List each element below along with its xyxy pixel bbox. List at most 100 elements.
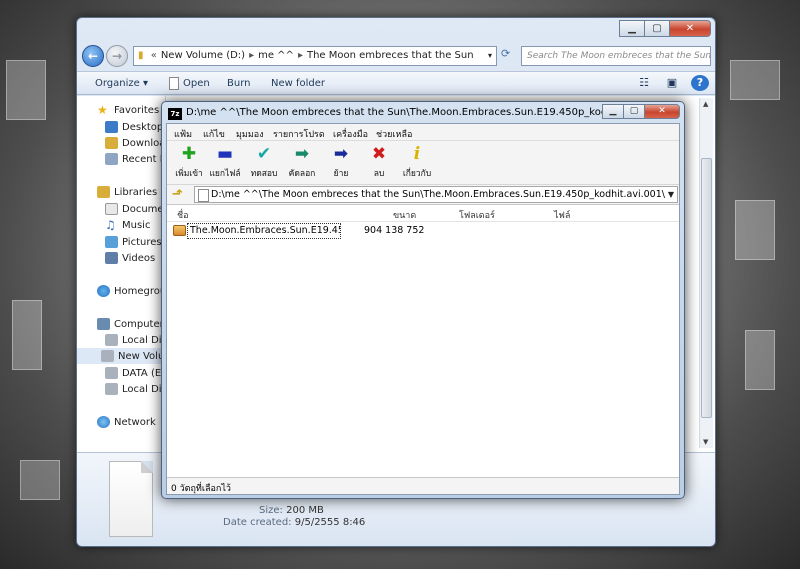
copy-button[interactable]: ➡ คัดลอก — [282, 144, 322, 182]
folder-icon: ▮ — [138, 50, 144, 61]
desktop-shape — [730, 60, 780, 100]
nav-pictures[interactable]: Pictures — [105, 234, 162, 250]
view-controls: ☷ ▣ ? — [635, 75, 709, 91]
maximize-button[interactable]: ▢ — [623, 104, 645, 119]
file-size: 904 138 752 — [364, 225, 425, 236]
forward-button[interactable]: → — [106, 45, 128, 67]
address-dropdown-icon[interactable]: ▾ — [488, 47, 492, 65]
path-input[interactable]: D:\me ^^\The Moon embreces that the Sun\… — [194, 186, 678, 203]
path-text: D:\me ^^\The Moon embreces that the Sun\… — [211, 189, 665, 200]
extract-icon: ▬ — [216, 144, 234, 164]
new-folder-button[interactable]: New folder — [271, 78, 325, 89]
open-button[interactable]: Open — [183, 78, 210, 89]
maximize-button[interactable]: ▢ — [644, 20, 670, 37]
nav-data-e[interactable]: DATA (E:) — [105, 365, 165, 381]
explorer-window-controls: ▁ ▢ ✕ — [619, 20, 711, 37]
nav-favorites[interactable]: ★ Favorites — [97, 102, 159, 118]
nav-videos[interactable]: Videos — [105, 250, 155, 266]
menu-help[interactable]: ช่วยเหลือ — [376, 127, 412, 141]
drive-icon — [105, 367, 118, 379]
nav-local-disk-c[interactable]: Local Disk (C:) — [105, 332, 165, 348]
7zip-client-area: แฟ้ม แก้ไข มุมมอง รายการโปรด เครื่องมือ … — [166, 123, 680, 495]
menu-view[interactable]: มุมมอง — [236, 127, 264, 141]
pictures-icon — [105, 236, 118, 248]
videos-icon — [105, 252, 118, 264]
view-options-icon[interactable]: ☷ — [635, 75, 653, 91]
back-button[interactable]: ← — [82, 45, 104, 67]
desktop-shape — [20, 460, 60, 500]
scroll-up-icon[interactable]: ▲ — [703, 100, 708, 108]
menu-favorites[interactable]: รายการโปรด — [273, 127, 325, 141]
7zip-title: D:\me ^^\The Moon embreces that the Sun\… — [186, 107, 664, 118]
vertical-scrollbar[interactable]: ▲ ▼ — [699, 98, 713, 448]
nav-recent-places[interactable]: Recent Places — [105, 151, 165, 167]
test-button[interactable]: ✔ ทดสอบ — [244, 144, 284, 182]
column-files[interactable]: ไฟล์ — [554, 208, 570, 222]
nav-network[interactable]: Network — [97, 414, 156, 430]
recent-places-icon — [105, 153, 118, 165]
info-button[interactable]: i เกี่ยวกับ — [397, 144, 437, 182]
breadcrumb-item[interactable]: me ^^ — [258, 50, 294, 61]
file-thumbnail — [109, 461, 153, 537]
star-icon: ★ — [97, 103, 108, 117]
column-name[interactable]: ชื่อ — [177, 208, 189, 222]
help-icon[interactable]: ? — [691, 75, 709, 91]
desktop-shape — [745, 330, 775, 390]
organize-button[interactable]: Organize ▾ — [95, 78, 148, 89]
nav-local-disk-f[interactable]: Local Disk (F:) — [105, 381, 165, 397]
move-button[interactable]: ➡ ย้าย — [321, 144, 361, 182]
network-icon — [97, 416, 110, 428]
libraries-icon — [97, 186, 110, 198]
command-bar: Organize ▾ Open Burn New folder ☷ ▣ ? — [77, 71, 715, 95]
close-button[interactable]: ✕ — [669, 20, 711, 37]
nav-downloads[interactable]: Downloads — [105, 135, 165, 151]
nav-desktop[interactable]: Desktop — [105, 119, 163, 135]
breadcrumb-separator-icon: ▸ — [249, 50, 255, 61]
table-row[interactable]: The.Moon.Embraces.Sun.E19.450p... 904 13… — [169, 223, 675, 239]
preview-pane-icon[interactable]: ▣ — [663, 75, 681, 91]
breadcrumb-item[interactable]: The Moon embreces that the Sun — [307, 50, 474, 61]
search-input[interactable]: Search The Moon embreces that the Sun — [521, 46, 711, 66]
path-dropdown-icon[interactable]: ▼ — [668, 187, 674, 202]
menu-edit[interactable]: แก้ไข — [203, 127, 225, 141]
column-folders[interactable]: โฟลเดอร์ — [459, 208, 495, 222]
minimize-button[interactable]: ▁ — [602, 104, 624, 119]
menu-file[interactable]: แฟ้ม — [174, 127, 192, 141]
7zip-logo-icon: 7z — [168, 108, 182, 120]
status-bar: 0 วัตถุที่เลือกไว้ — [167, 477, 679, 494]
up-folder-icon[interactable]: ⬏ — [172, 187, 183, 202]
nav-homegroup[interactable]: Homegroup — [97, 283, 165, 299]
scroll-down-icon[interactable]: ▼ — [703, 438, 708, 446]
menu-bar: แฟ้ม แก้ไข มุมมอง รายการโปรด เครื่องมือ … — [167, 124, 679, 141]
address-bar[interactable]: ▮ « New Volume (D:) ▸ me ^^ ▸ The Moon embrec… — [133, 46, 497, 66]
burn-button[interactable]: Burn — [227, 78, 250, 89]
desktop-shape — [6, 60, 46, 120]
test-icon: ✔ — [256, 144, 272, 164]
breadcrumb-overflow-icon: « — [150, 50, 157, 61]
nav-new-volume-d[interactable]: New Volume (D:) — [77, 348, 165, 364]
navigation-pane: ★Favorites Desktop Downloads Recent Plac… — [77, 96, 165, 452]
menu-tools[interactable]: เครื่องมือ — [333, 127, 368, 141]
refresh-icon[interactable]: ⟳ — [501, 47, 517, 65]
7zip-title-bar: 7z D:\me ^^\The Moon embreces that the Su… — [168, 107, 664, 120]
close-button[interactable]: ✕ — [644, 104, 680, 119]
drive-icon — [101, 350, 114, 362]
7zip-window-controls: ▁ ▢ ✕ — [602, 104, 680, 119]
extract-button[interactable]: ▬ แยกไฟล์ — [205, 144, 245, 182]
music-icon: ♫ — [105, 218, 116, 232]
delete-button[interactable]: ✖ ลบ — [359, 144, 399, 182]
nav-libraries[interactable]: Libraries — [97, 184, 157, 200]
navigation-bar: ← → ▮ « New Volume (D:) ▸ me ^^ ▸ The Moon em… — [77, 44, 715, 68]
copy-icon: ➡ — [294, 144, 310, 164]
add-icon: ✚ — [181, 144, 197, 164]
breadcrumb-item[interactable]: New Volume (D:) — [161, 50, 245, 61]
minimize-button[interactable]: ▁ — [619, 20, 645, 37]
info-icon: i — [413, 144, 421, 164]
add-button[interactable]: ✚ เพิ่มเข้า — [169, 144, 209, 182]
column-size[interactable]: ขนาด — [393, 208, 416, 222]
nav-computer[interactable]: Computer — [97, 316, 164, 332]
nav-music[interactable]: ♫ Music — [105, 217, 150, 233]
scrollbar-thumb[interactable] — [701, 158, 712, 418]
nav-documents[interactable]: Documents — [105, 201, 165, 217]
desktop-icon — [105, 121, 118, 133]
